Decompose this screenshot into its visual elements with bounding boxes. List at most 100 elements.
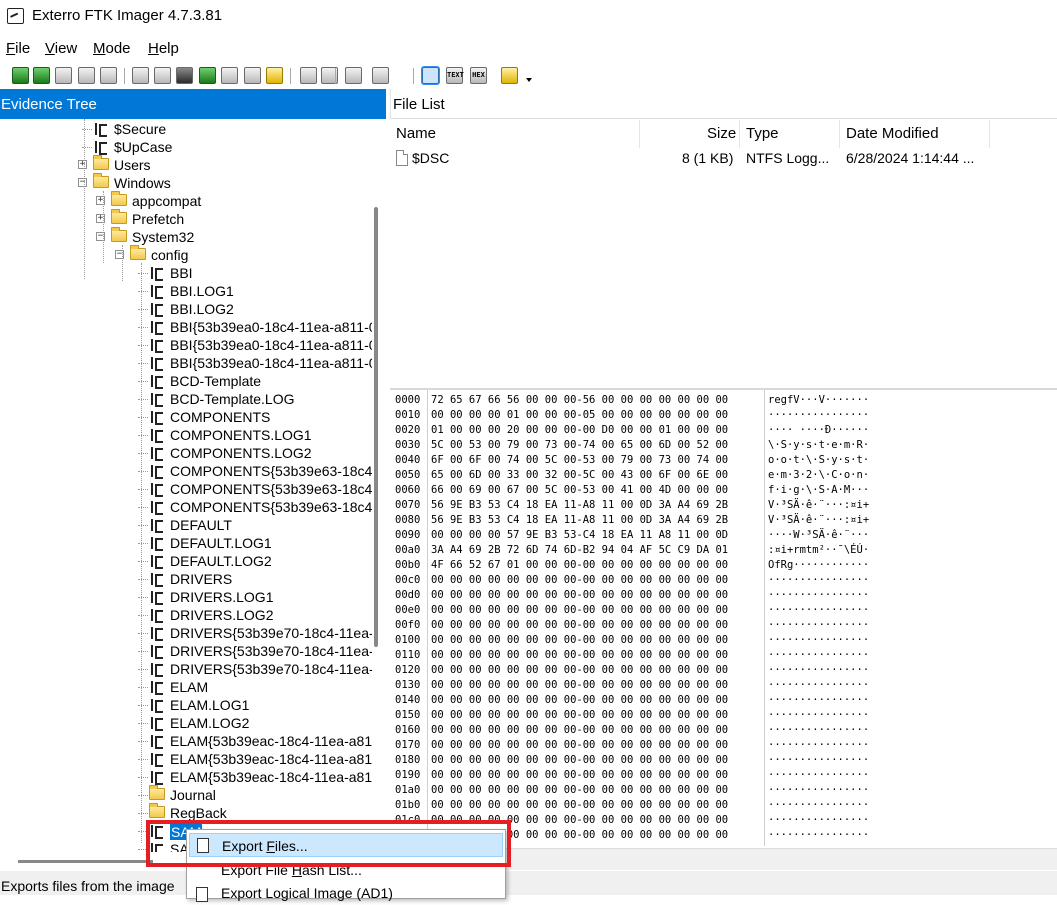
- hex-row[interactable]: 0020 01 00 00 00 20 00 00 00-00 D0 00 00 …: [390, 423, 1057, 438]
- tree-folder[interactable]: − config: [0, 245, 372, 264]
- hex-row[interactable]: 01b0 00 00 00 00 00 00 00 00-00 00 00 00 …: [390, 798, 1057, 813]
- column-type[interactable]: Type: [746, 125, 779, 142]
- create-disk-image-icon[interactable]: [132, 67, 149, 84]
- tree-file[interactable]: DEFAULT.LOG2: [0, 552, 372, 570]
- tree-file[interactable]: BBI{53b39ea0-18c4-11ea-a811-0: [0, 336, 372, 354]
- file-row-date[interactable]: 6/28/2024 1:14:44 ...: [846, 148, 974, 168]
- auto-view-icon[interactable]: [421, 66, 440, 85]
- create-image-icon[interactable]: [55, 67, 72, 84]
- tree-file[interactable]: BCD-Template.LOG: [0, 390, 372, 408]
- tree-file[interactable]: ELAM.LOG2: [0, 714, 372, 732]
- menu-help[interactable]: Help: [148, 40, 179, 57]
- tree-file[interactable]: BBI.LOG2: [0, 300, 372, 318]
- tree-folder[interactable]: − System32: [0, 227, 372, 246]
- tree-folder[interactable]: Journal: [0, 785, 372, 804]
- hex-row[interactable]: 0100 00 00 00 00 00 00 00 00-00 00 00 00 …: [390, 633, 1057, 648]
- remove-all-evidence-icon[interactable]: [100, 67, 117, 84]
- tree-file[interactable]: ELAM: [0, 678, 372, 696]
- export-files-icon[interactable]: [266, 67, 283, 84]
- hex-row[interactable]: 00e0 00 00 00 00 00 00 00 00-00 00 00 00 …: [390, 603, 1057, 618]
- tree-folder[interactable]: − Windows: [0, 173, 372, 192]
- hex-row[interactable]: 0170 00 00 00 00 00 00 00 00-00 00 00 00 …: [390, 738, 1057, 753]
- scrollbar-thumb[interactable]: [374, 207, 378, 647]
- tree-file[interactable]: ELAM{53b39eac-18c4-11ea-a81: [0, 768, 372, 786]
- tree-file[interactable]: BBI{53b39ea0-18c4-11ea-a811-0: [0, 354, 372, 372]
- hex-row[interactable]: 0160 00 00 00 00 00 00 00 00-00 00 00 00 …: [390, 723, 1057, 738]
- tree-file[interactable]: DEFAULT: [0, 516, 372, 534]
- hex-row[interactable]: 0070 56 9E B3 53 C4 18 EA 11-A8 11 00 0D …: [390, 498, 1057, 513]
- add-evidence-icon[interactable]: [12, 67, 29, 84]
- hex-row[interactable]: 00d0 00 00 00 00 00 00 00 00-00 00 00 00 …: [390, 588, 1057, 603]
- hex-view-icon[interactable]: HEX: [470, 67, 487, 84]
- column-divider[interactable]: [639, 120, 640, 148]
- export-logical-image-icon[interactable]: [176, 67, 193, 84]
- hex-viewer[interactable]: 0000 72 65 67 66 56 00 00 00-56 00 00 00 …: [390, 388, 1057, 846]
- tree-file[interactable]: BBI: [0, 264, 372, 282]
- help-icon[interactable]: [501, 67, 518, 84]
- expand-icon[interactable]: +: [78, 160, 87, 169]
- hex-row[interactable]: 0080 56 9E B3 53 C4 18 EA 11-A8 11 00 0D …: [390, 513, 1057, 528]
- tree-file[interactable]: COMPONENTS{53b39e63-18c4-: [0, 480, 372, 498]
- tree-file[interactable]: DRIVERS{53b39e70-18c4-11ea-: [0, 642, 372, 660]
- text-view-icon[interactable]: TEXT: [446, 67, 464, 84]
- tree-file[interactable]: DRIVERS: [0, 570, 372, 588]
- tree-file[interactable]: ELAM{53b39eac-18c4-11ea-a81: [0, 750, 372, 768]
- tree-file[interactable]: DRIVERS{53b39e70-18c4-11ea-: [0, 660, 372, 678]
- tree-folder[interactable]: + Users: [0, 155, 372, 174]
- tree-file[interactable]: $UpCase: [0, 138, 372, 156]
- tree-file[interactable]: BBI{53b39ea0-18c4-11ea-a811-0: [0, 318, 372, 336]
- remove-evidence-icon[interactable]: [78, 67, 95, 84]
- image-mounting-icon[interactable]: [345, 67, 362, 84]
- tree-file[interactable]: $Secure: [0, 120, 372, 138]
- hex-row[interactable]: 0090 00 00 00 00 57 9E B3 53-C4 18 EA 11 …: [390, 528, 1057, 543]
- hex-row[interactable]: 00f0 00 00 00 00 00 00 00 00-00 00 00 00 …: [390, 618, 1057, 633]
- menu-view[interactable]: View: [45, 40, 77, 57]
- tree-file[interactable]: DRIVERS{53b39e70-18c4-11ea-: [0, 624, 372, 642]
- column-size[interactable]: Size: [707, 125, 736, 142]
- toolbar-overflow-icon[interactable]: [526, 78, 532, 82]
- hex-row[interactable]: 01a0 00 00 00 00 00 00 00 00-00 00 00 00 …: [390, 783, 1057, 798]
- tree-file[interactable]: DRIVERS.LOG1: [0, 588, 372, 606]
- menu-file[interactable]: File: [6, 40, 30, 57]
- column-name[interactable]: Name: [396, 125, 436, 142]
- tree-file[interactable]: COMPONENTS.LOG2: [0, 444, 372, 462]
- export-hash-list-icon[interactable]: [300, 67, 317, 84]
- tree-folder[interactable]: + appcompat: [0, 191, 372, 210]
- file-row-type[interactable]: NTFS Logg...: [746, 148, 829, 168]
- tree-file[interactable]: ELAM{53b39eac-18c4-11ea-a81: [0, 732, 372, 750]
- capture-memory-icon[interactable]: [199, 67, 216, 84]
- scrollbar-thumb[interactable]: [18, 860, 153, 863]
- hex-row[interactable]: 0060 66 00 69 00 67 00 5C 00-53 00 41 00 …: [390, 483, 1057, 498]
- tree-file[interactable]: BCD-Template: [0, 372, 372, 390]
- hex-row[interactable]: 0120 00 00 00 00 00 00 00 00-00 00 00 00 …: [390, 663, 1057, 678]
- export-directory-listing-icon[interactable]: [372, 67, 389, 84]
- hex-row[interactable]: 0110 00 00 00 00 00 00 00 00-00 00 00 00 …: [390, 648, 1057, 663]
- hex-row[interactable]: 00b0 4F 66 52 67 01 00 00 00-00 00 00 00 …: [390, 558, 1057, 573]
- hex-row[interactable]: 0180 00 00 00 00 00 00 00 00-00 00 00 00 …: [390, 753, 1057, 768]
- column-divider[interactable]: [839, 120, 840, 148]
- export-image-icon[interactable]: [154, 67, 171, 84]
- column-date-modified[interactable]: Date Modified: [846, 125, 939, 142]
- tree-file[interactable]: DEFAULT.LOG1: [0, 534, 372, 552]
- tree-file[interactable]: COMPONENTS.LOG1: [0, 426, 372, 444]
- evidence-tree[interactable]: $Secure $UpCase + Users − Windows + appcompat + P…: [0, 119, 372, 852]
- hex-row[interactable]: 00a0 3A A4 69 2B 72 6D 74 6D-B2 94 04 AF …: [390, 543, 1057, 558]
- hex-row[interactable]: 0010 00 00 00 00 01 00 00 00-05 00 00 00 …: [390, 408, 1057, 423]
- hex-row[interactable]: 0150 00 00 00 00 00 00 00 00-00 00 00 00 …: [390, 708, 1057, 723]
- tree-file[interactable]: BBI.LOG1: [0, 282, 372, 300]
- hex-row[interactable]: 0040 6F 00 6F 00 74 00 5C 00-53 00 79 00 …: [390, 453, 1057, 468]
- tree-file[interactable]: COMPONENTS: [0, 408, 372, 426]
- file-row-name[interactable]: $DSC: [412, 148, 449, 168]
- hex-row[interactable]: 0140 00 00 00 00 00 00 00 00-00 00 00 00 …: [390, 693, 1057, 708]
- tree-file[interactable]: ELAM.LOG1: [0, 696, 372, 714]
- hex-row[interactable]: 0030 5C 00 53 00 79 00 73 00-74 00 65 00 …: [390, 438, 1057, 453]
- obtain-protected-files-icon[interactable]: [221, 67, 238, 84]
- hex-row[interactable]: 0190 00 00 00 00 00 00 00 00-00 00 00 00 …: [390, 768, 1057, 783]
- file-row-size[interactable]: 8 (1 KB): [682, 148, 733, 168]
- menu-item-export-logical-image[interactable]: Export Logical Image (AD1): [189, 881, 503, 905]
- tree-file[interactable]: COMPONENTS{53b39e63-18c4-: [0, 462, 372, 480]
- hex-row[interactable]: 00c0 00 00 00 00 00 00 00 00-00 00 00 00 …: [390, 573, 1057, 588]
- collapse-icon[interactable]: −: [78, 178, 87, 187]
- menu-mode[interactable]: Mode: [93, 40, 131, 57]
- column-divider[interactable]: [989, 120, 990, 148]
